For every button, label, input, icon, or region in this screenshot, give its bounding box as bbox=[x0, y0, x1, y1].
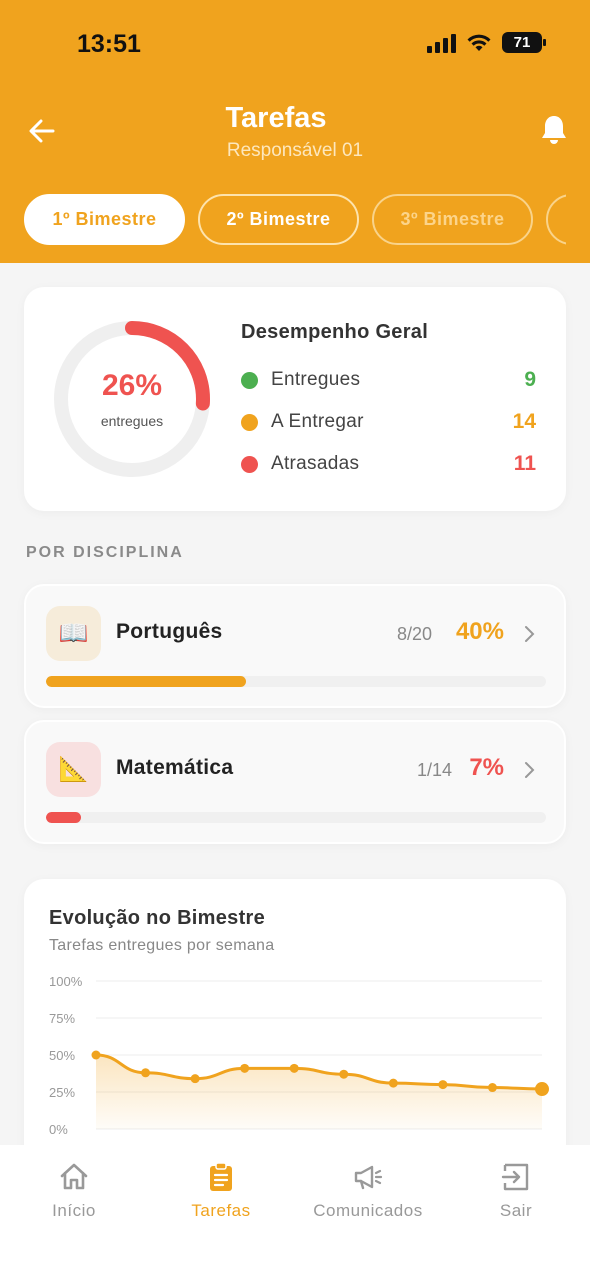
chart-point bbox=[535, 1082, 549, 1097]
progress-fill bbox=[46, 676, 246, 687]
clipboard-icon bbox=[210, 1162, 232, 1191]
nav-label: Tarefas bbox=[191, 1201, 251, 1220]
chart-point bbox=[240, 1063, 250, 1073]
tab-bimestre-2[interactable]: 2º Bimestre bbox=[198, 194, 359, 245]
chart-point bbox=[190, 1074, 200, 1084]
ruler-triangle-icon: 📐 bbox=[46, 742, 101, 797]
status-dot bbox=[241, 413, 258, 431]
chart-point bbox=[339, 1069, 349, 1079]
battery-icon: 71 bbox=[502, 32, 546, 53]
bottom-nav: Início Tarefas Comunicados Sair bbox=[0, 1145, 590, 1280]
tab-next[interactable] bbox=[546, 194, 566, 245]
subject-name: Matemática bbox=[116, 756, 234, 779]
wifi-icon bbox=[467, 34, 491, 51]
book-icon: 📖 bbox=[46, 606, 101, 661]
y-tick-label: 50% bbox=[49, 1048, 75, 1063]
chart-point bbox=[91, 1050, 101, 1060]
section-label: POR DISCIPLINA bbox=[26, 544, 184, 561]
status-time: 13:51 bbox=[77, 30, 141, 58]
nav-sair[interactable]: Sair bbox=[446, 1161, 586, 1221]
donut-percent: 26% bbox=[101, 369, 163, 402]
status-dot bbox=[241, 371, 258, 389]
summary-row-entregues: Entregues 9 bbox=[241, 365, 536, 395]
signal-icon bbox=[427, 33, 456, 53]
nav-comunicados[interactable]: Comunicados bbox=[298, 1161, 438, 1221]
chart-point bbox=[487, 1083, 497, 1093]
chevron-right-icon bbox=[525, 762, 535, 778]
summary-row-a-entregar: A Entregar 14 bbox=[241, 407, 536, 437]
y-tick-label: 25% bbox=[49, 1085, 75, 1100]
term-tabs: 1º Bimestre 2º Bimestre 3º Bimestre bbox=[24, 194, 566, 246]
home-icon bbox=[60, 1163, 88, 1190]
progress-track bbox=[46, 676, 546, 687]
subject-percent: 7% bbox=[469, 754, 504, 781]
y-tick-label: 100% bbox=[49, 974, 83, 989]
nav-inicio[interactable]: Início bbox=[4, 1161, 144, 1221]
chart-point bbox=[438, 1080, 448, 1090]
nav-label: Sair bbox=[499, 1201, 533, 1220]
subject-card-matematica[interactable]: 📐 Matemática 1/14 7% bbox=[24, 720, 566, 844]
summary-title: Desempenho Geral bbox=[241, 321, 429, 343]
progress-track bbox=[46, 812, 546, 823]
page-subtitle: Responsável 01 bbox=[226, 140, 364, 161]
bell-icon[interactable] bbox=[540, 114, 568, 146]
chevron-right-icon bbox=[525, 626, 535, 642]
header: 13:51 71 Tarefas Responsável 01 1º Bimes… bbox=[0, 0, 590, 263]
subject-percent: 40% bbox=[455, 618, 504, 645]
progress-fill bbox=[46, 812, 81, 823]
summary-row-label: A Entregar bbox=[271, 411, 364, 432]
chart-point bbox=[289, 1063, 299, 1073]
chart-area bbox=[96, 1055, 542, 1129]
tab-bimestre-3[interactable]: 3º Bimestre bbox=[372, 194, 533, 245]
status-dot bbox=[241, 455, 258, 473]
subject-count: 8/20 bbox=[396, 624, 432, 644]
summary-row-atrasadas: Atrasadas 11 bbox=[241, 449, 536, 479]
performance-card: 26% entregues Desempenho Geral Entregues… bbox=[24, 287, 566, 511]
summary-row-value: 14 bbox=[512, 410, 536, 433]
y-tick-label: 0% bbox=[49, 1122, 68, 1137]
nav-tarefas[interactable]: Tarefas bbox=[151, 1161, 291, 1221]
status-icons: 71 bbox=[427, 32, 546, 53]
subject-count: 1/14 bbox=[416, 760, 452, 780]
chart-point bbox=[141, 1068, 151, 1078]
nav-label: Início bbox=[52, 1201, 96, 1220]
subject-card-portugues[interactable]: 📖 Português 8/20 40% bbox=[24, 584, 566, 708]
summary-row-label: Atrasadas bbox=[271, 453, 360, 474]
summary-row-label: Entregues bbox=[271, 369, 361, 390]
y-tick-label: 75% bbox=[49, 1011, 75, 1026]
logout-icon bbox=[501, 1163, 529, 1191]
donut-label: entregues bbox=[100, 413, 164, 429]
summary-row-value: 11 bbox=[513, 452, 536, 475]
summary-row-value: 9 bbox=[524, 368, 536, 391]
page-title: Tarefas bbox=[225, 102, 327, 134]
nav-label: Comunicados bbox=[313, 1201, 423, 1220]
tab-bimestre-1[interactable]: 1º Bimestre bbox=[24, 194, 185, 245]
subject-name: Português bbox=[116, 620, 223, 643]
megaphone-icon bbox=[354, 1165, 383, 1190]
chart-point bbox=[388, 1078, 398, 1088]
